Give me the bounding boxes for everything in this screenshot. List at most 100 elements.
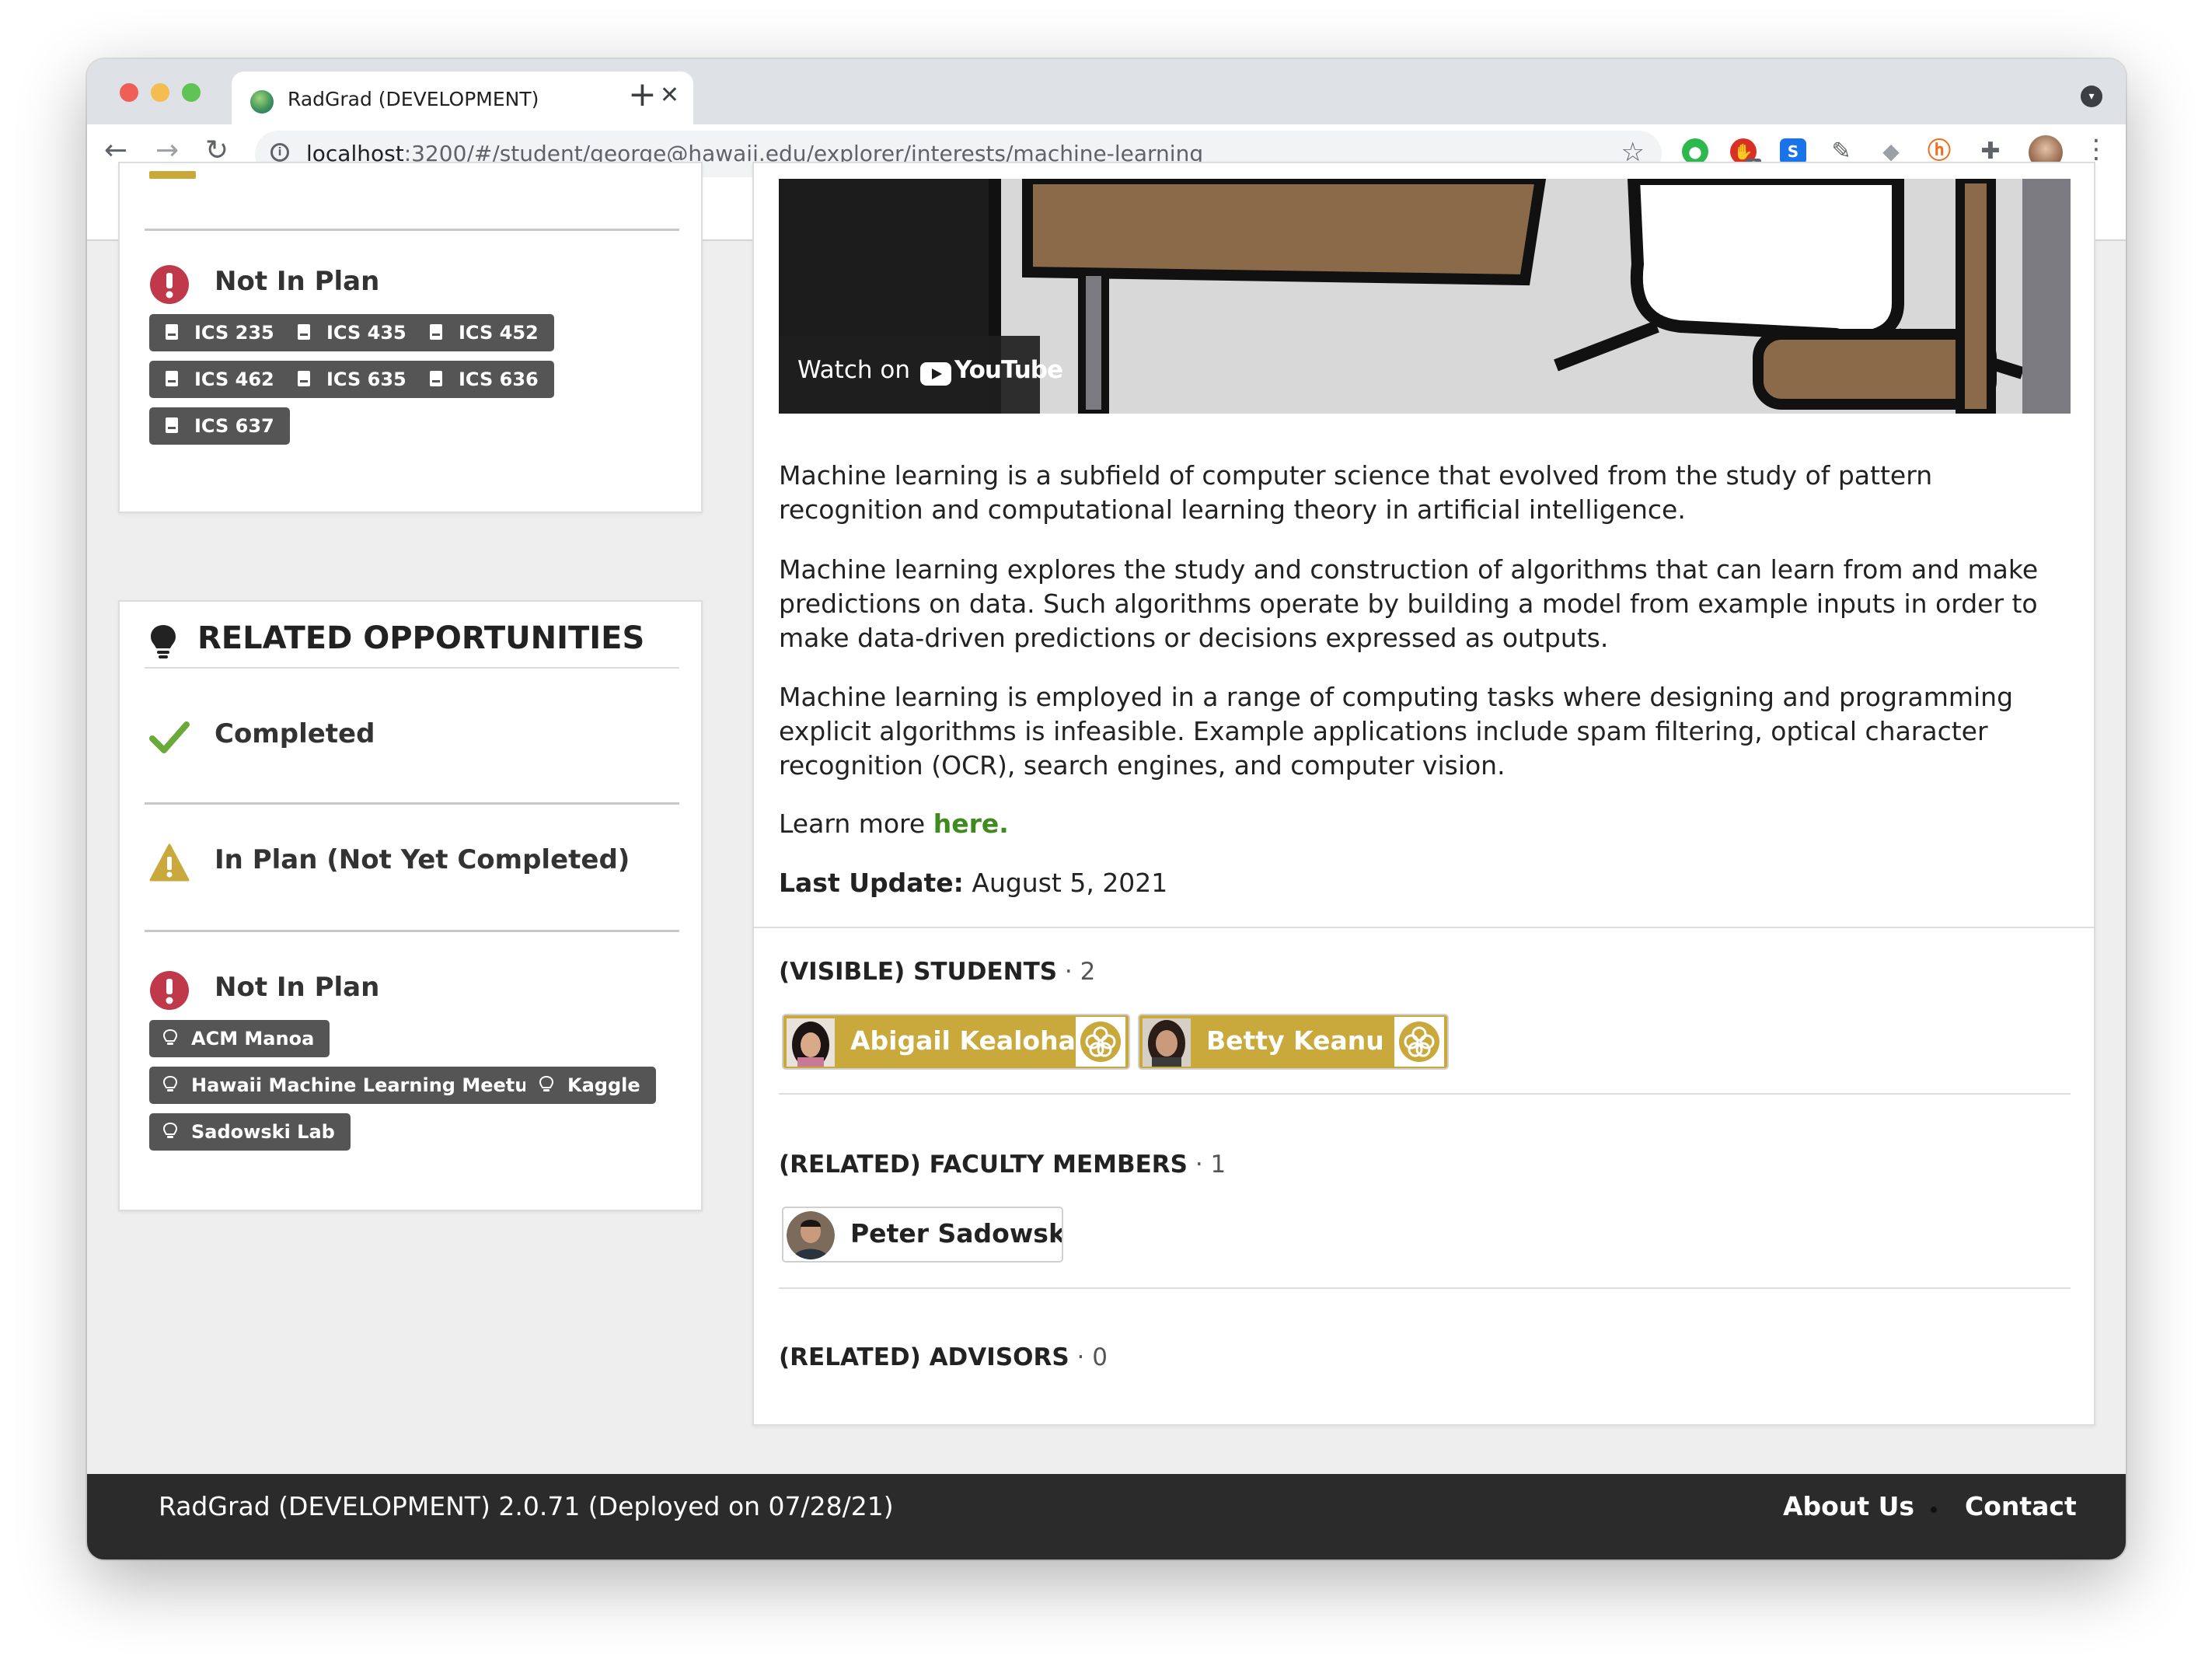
learn-more-link[interactable]: here. — [933, 809, 1009, 839]
eyedropper-icon[interactable]: ✎ — [1828, 138, 1854, 165]
student-name: Abigail Kealoha — [850, 1025, 1076, 1056]
description-paragraph: Machine learning explores the study and … — [779, 554, 2039, 653]
book-icon — [298, 371, 310, 386]
book-icon — [166, 371, 178, 386]
level-badge-icon — [1394, 1017, 1444, 1067]
maximize-window-button[interactable] — [182, 83, 201, 102]
not-in-plan-label: Not In Plan — [215, 972, 380, 1003]
browser-tab[interactable]: RadGrad (DEVELOPMENT) ✕ — [232, 72, 693, 127]
in-plan-warning-icon-fragment — [149, 171, 196, 179]
book-icon — [298, 324, 310, 340]
students-heading: (VISIBLE) STUDENTS · 2 — [779, 958, 1096, 986]
radgrad-favicon-icon — [250, 90, 274, 114]
divider — [145, 802, 679, 805]
opportunities-in-plan-header: In Plan (Not Yet Completed) — [149, 838, 647, 885]
about-us-link[interactable]: About Us — [1783, 1491, 1914, 1521]
honey-icon[interactable]: ⓗ — [1926, 138, 1952, 165]
courses-not-in-plan-header: Not In Plan — [149, 260, 616, 306]
footer-separator — [1931, 1507, 1937, 1513]
divider — [754, 927, 2094, 928]
new-tab-button[interactable]: + — [628, 78, 657, 112]
course-chip[interactable]: ICS 637 — [149, 407, 290, 445]
site-info-icon[interactable]: i — [270, 143, 289, 162]
book-icon — [430, 324, 442, 340]
tab-search-icon[interactable]: ▾ — [2081, 86, 2102, 107]
opportunity-chip[interactable]: ACM Manoa — [149, 1020, 330, 1057]
tab-title: RadGrad (DEVELOPMENT) — [288, 88, 539, 110]
divider — [779, 1093, 2071, 1095]
evernote-icon[interactable]: ● — [1682, 138, 1708, 165]
course-chip[interactable]: ICS 435 — [281, 314, 422, 351]
course-chip[interactable]: ICS 635 — [281, 361, 422, 398]
advisors-heading: (RELATED) ADVISORS · 0 — [779, 1343, 1108, 1371]
opportunity-chip[interactable]: Hawaii Machine Learning Meetup — [149, 1067, 557, 1104]
exclamation-circle-icon — [150, 971, 189, 1010]
exclamation-circle-icon — [150, 265, 189, 304]
opportunities-completed-header: Completed — [149, 712, 616, 759]
course-chip[interactable]: ICS 462 — [149, 361, 290, 398]
lightbulb-icon — [163, 1123, 177, 1138]
divider — [779, 1287, 2071, 1289]
student-chip[interactable]: Betty Keanu — [1138, 1014, 1449, 1070]
faculty-chip[interactable]: Peter Sadowski — [782, 1207, 1063, 1263]
close-tab-icon[interactable]: ✕ — [660, 84, 679, 107]
student-avatar — [1143, 1018, 1191, 1067]
description-paragraph: Machine learning is employed in a range … — [779, 682, 2014, 781]
youtube-video-embed[interactable]: Watch on YouTube — [779, 179, 2071, 414]
book-icon — [166, 324, 178, 340]
related-opportunities-title: RELATED OPPORTUNITIES — [197, 620, 645, 656]
footer-version-text: RadGrad (DEVELOPMENT) 2.0.71 (Deployed o… — [159, 1491, 894, 1521]
interest-detail-card: Watch on YouTube Machine learning is a s… — [752, 162, 2095, 1426]
student-avatar — [787, 1018, 835, 1067]
not-in-plan-courses: ICS 235 ICS 435 ICS 452 ICS 462 ICS 635 … — [149, 314, 693, 470]
back-icon[interactable]: ← — [104, 137, 127, 165]
lightbulb-icon — [539, 1076, 553, 1091]
course-chip[interactable]: ICS 452 — [413, 314, 554, 351]
warning-triangle-icon — [149, 843, 190, 882]
divider — [145, 229, 679, 231]
in-plan-label: In Plan (Not Yet Completed) — [215, 844, 630, 875]
last-update-line: Last Update: August 5, 2021 — [779, 868, 1168, 898]
course-chip[interactable]: ICS 235 — [149, 314, 290, 351]
book-icon — [430, 371, 442, 386]
faculty-name: Peter Sadowski — [850, 1218, 1063, 1249]
opportunities-not-in-plan-header: Not In Plan — [149, 966, 616, 1012]
description-paragraph: Machine learning is a subfield of comput… — [779, 460, 1933, 525]
not-in-plan-opportunities: ACM Manoa Hawaii Machine Learning Meetup… — [149, 1020, 693, 1175]
dropbox-icon[interactable]: ◆ — [1878, 138, 1904, 165]
divider — [145, 667, 679, 669]
student-name: Betty Keanu — [1206, 1025, 1384, 1056]
youtube-logo-text: YouTube — [954, 356, 1063, 384]
forward-icon[interactable]: → — [155, 137, 179, 165]
completed-label: Completed — [215, 718, 375, 749]
tab-bar: RadGrad (DEVELOPMENT) ✕ + ▾ — [87, 59, 2126, 127]
lightbulb-icon — [163, 1029, 177, 1045]
extensions-puzzle-icon[interactable]: ✚ — [1977, 138, 2004, 165]
page-content: Not In Plan ICS 235 ICS 435 ICS 452 ICS … — [87, 162, 2126, 1559]
lightbulb-icon — [163, 1076, 177, 1091]
learn-more-line: Learn more here. — [779, 809, 1009, 839]
student-chip[interactable]: Abigail Kealoha — [782, 1014, 1130, 1070]
watch-on-youtube-overlay[interactable]: Watch on YouTube — [779, 336, 1063, 414]
opportunity-chip[interactable]: Kaggle — [525, 1067, 656, 1104]
chrome-menu-icon[interactable]: ⋮ — [2083, 134, 2109, 165]
level-badge-icon — [1076, 1017, 1125, 1067]
page-footer: RadGrad (DEVELOPMENT) 2.0.71 (Deployed o… — [87, 1474, 2126, 1559]
faculty-avatar — [787, 1211, 835, 1259]
watch-on-label: Watch on — [797, 356, 910, 384]
related-courses-card: Not In Plan ICS 235 ICS 435 ICS 452 ICS … — [118, 162, 703, 513]
book-icon — [166, 417, 178, 433]
close-window-button[interactable] — [120, 83, 138, 102]
related-opportunities-card: RELATED OPPORTUNITIES Completed In Plan … — [118, 600, 703, 1211]
minimize-window-button[interactable] — [151, 83, 169, 102]
checkmark-icon — [149, 721, 190, 753]
lightbulb-icon — [151, 625, 176, 658]
sheets-icon[interactable]: S — [1780, 138, 1806, 165]
opportunity-chip[interactable]: Sadowski Lab — [149, 1113, 351, 1151]
faculty-heading: (RELATED) FACULTY MEMBERS · 1 — [779, 1151, 1226, 1179]
youtube-play-icon — [920, 362, 951, 386]
reload-icon[interactable]: ↻ — [205, 137, 229, 165]
divider — [145, 930, 679, 932]
course-chip[interactable]: ICS 636 — [413, 361, 554, 398]
contact-link[interactable]: Contact — [1965, 1491, 2077, 1521]
